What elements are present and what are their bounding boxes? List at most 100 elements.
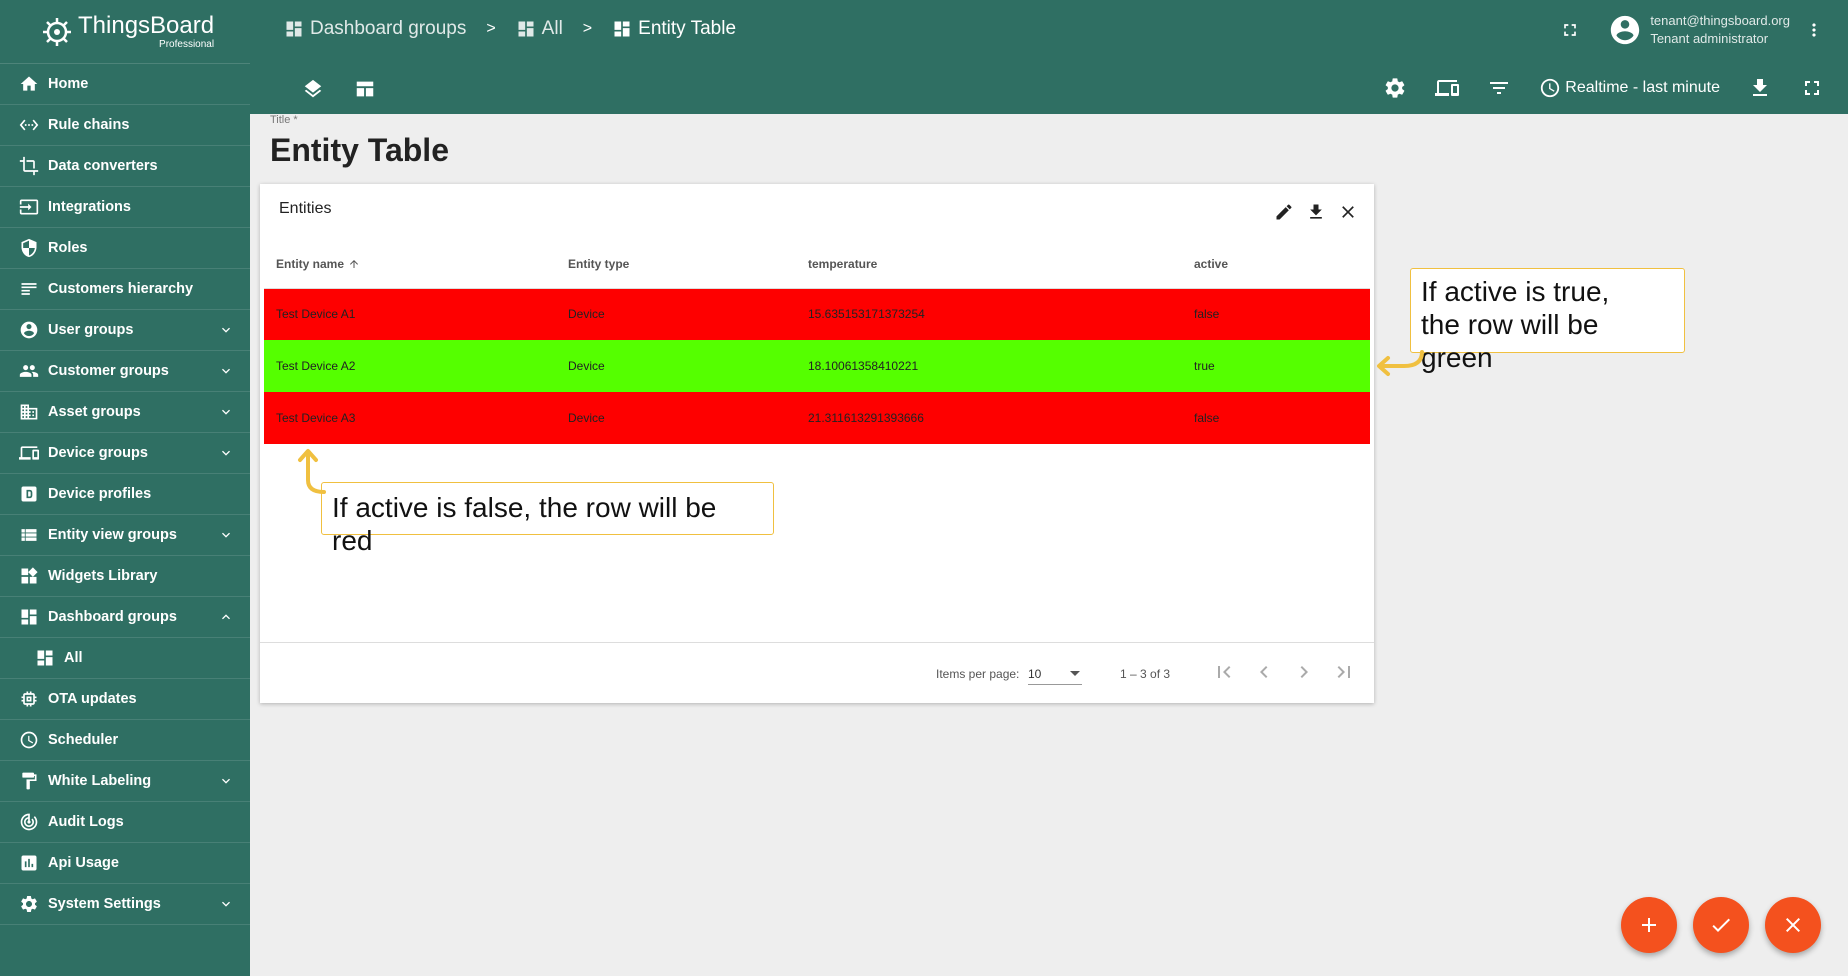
device-profile-icon [18,483,40,505]
add-widget-button[interactable] [1621,897,1677,953]
sidebar-item-label: Device groups [48,445,148,461]
first-page-icon[interactable] [1212,660,1236,684]
sidebar-item-audit-logs[interactable]: Audit Logs [0,802,250,843]
sidebar-item-label: Customer groups [48,363,169,379]
table-row[interactable]: Test Device A1 Device 15.635153171373254… [264,288,1370,340]
sidebar-item-device-profiles[interactable]: Device profiles [0,474,250,515]
more-vert-icon[interactable] [1804,18,1824,42]
logo[interactable]: ThingsBoard Professional [0,0,250,64]
edit-icon[interactable] [1274,202,1294,222]
column-header-entity-type[interactable]: Entity type [556,240,796,289]
column-header-active[interactable]: active [1182,240,1370,289]
sidebar-item-label: Device profiles [48,486,152,502]
chevron-down-icon[interactable] [218,773,234,789]
cell-active: true [1194,359,1215,373]
cell-entity-name: Test Device A2 [276,359,356,373]
sidebar-item-label: Api Usage [48,855,119,871]
chevron-down-icon[interactable] [218,896,234,912]
breadcrumb-item-entity-table: Entity Table [612,18,736,40]
account-circle-icon[interactable] [1608,13,1642,47]
sidebar-item-label: System Settings [48,896,161,912]
table-row[interactable]: Test Device A3 Device 21.311613291393666… [264,392,1370,444]
layouts-icon[interactable] [354,78,376,100]
download-icon[interactable] [1748,76,1772,100]
sidebar-item-label: Integrations [48,199,131,215]
timewindow-label: Realtime - last minute [1565,79,1720,96]
column-header-temperature[interactable]: temperature [796,240,1182,289]
table-row[interactable]: Test Device A2 Device 18.10061358410221 … [264,340,1370,392]
breadcrumb-label: Dashboard groups [310,18,467,39]
items-per-page-select[interactable]: 10 [1028,659,1082,685]
sidebar-item-label: Widgets Library [48,568,158,584]
sidebar-item-roles[interactable]: Roles [0,228,250,269]
table-header-row: Entity name Entity type temperature acti… [264,240,1370,289]
sidebar-item-label: Rule chains [48,117,130,133]
sidebar-item-widgets-library[interactable]: Widgets Library [0,556,250,597]
cell-temperature: 21.311613291393666 [808,411,924,425]
sidebar-item-home[interactable]: Home [0,64,250,105]
sidebar-item-asset-groups[interactable]: Asset groups [0,392,250,433]
top-bar: Dashboard groups > All > Entity Table te… [250,0,1848,114]
sidebar-item-customer-groups[interactable]: Customer groups [0,351,250,392]
breadcrumb-item-dashboard-groups[interactable]: Dashboard groups [284,18,466,40]
chevron-down-icon[interactable] [218,527,234,543]
close-icon[interactable] [1338,202,1358,222]
chevron-down-icon[interactable] [218,322,234,338]
sidebar-item-system-settings[interactable]: System Settings [0,884,250,925]
sidebar-item-label: White Labeling [48,773,152,789]
breadcrumb-item-all[interactable]: All [516,18,563,40]
sidebar-item-integrations[interactable]: Integrations [0,187,250,228]
sidebar-item-data-converters[interactable]: Data converters [0,146,250,187]
sidebar-item-customers-hierarchy[interactable]: Customers hierarchy [0,269,250,310]
sidebar-item-white-labeling[interactable]: White Labeling [0,761,250,802]
user-role: Tenant administrator [1650,31,1769,46]
sidebar-item-dashboard-groups[interactable]: Dashboard groups [0,597,250,638]
annotation-green-row: If active is true, the row will be green [1410,268,1685,373]
sidebar-item-user-groups[interactable]: User groups [0,310,250,351]
sidebar-item-entity-view-groups[interactable]: Entity view groups [0,515,250,556]
sidebar-item-rule-chains[interactable]: Rule chains [0,105,250,146]
last-page-icon[interactable] [1332,660,1356,684]
people-icon [18,360,40,382]
sidebar-item-label: Data converters [48,158,158,174]
discard-changes-button[interactable] [1765,897,1821,953]
cell-active: false [1194,411,1220,425]
gear-icon[interactable] [1383,76,1407,100]
filter-icon[interactable] [1487,76,1511,100]
chevron-down-icon[interactable] [218,404,234,420]
devices-icon[interactable] [1435,76,1460,100]
sidebar-item-label: Customers hierarchy [48,281,194,297]
data-converters-icon [18,155,40,177]
download-icon[interactable] [1306,202,1326,222]
sidebar-item-ota-updates[interactable]: OTA updates [0,679,250,720]
chevron-left-icon[interactable] [1252,660,1276,684]
sidebar-item-api-usage[interactable]: Api Usage [0,843,250,884]
column-header-entity-name[interactable]: Entity name [264,240,556,289]
arrow-up-icon [298,449,326,494]
dashboard-icon [518,21,534,37]
chevron-right-icon[interactable] [1292,660,1316,684]
cell-temperature: 18.10061358410221 [808,359,919,373]
sidebar-item-all[interactable]: All [0,638,250,679]
title-field-label: Title * [270,114,298,126]
breadcrumb-separator: > [486,20,496,37]
toolbar-left [302,78,406,100]
paint-roller-icon [18,770,40,792]
dashboard-title[interactable]: Entity Table [270,132,449,169]
chevron-up-icon[interactable] [218,609,234,625]
items-per-page-label: Items per page: [936,667,1020,681]
thingsboard-logo-icon [43,17,71,46]
fullscreen-icon[interactable] [1560,20,1580,40]
sidebar-item-device-groups[interactable]: Device groups [0,433,250,474]
chevron-down-icon[interactable] [218,445,234,461]
timewindow-button[interactable]: Realtime - last minute [1539,77,1720,99]
layers-icon[interactable] [302,78,324,100]
breadcrumb-separator: > [582,20,593,37]
sidebar-item-scheduler[interactable]: Scheduler [0,720,250,761]
cell-entity-type: Device [568,411,605,425]
chevron-down-icon[interactable] [218,363,234,379]
apply-changes-button[interactable] [1693,897,1749,953]
track-changes-icon [18,811,40,833]
account-icon [18,319,40,341]
fullscreen-icon[interactable] [1800,76,1824,100]
